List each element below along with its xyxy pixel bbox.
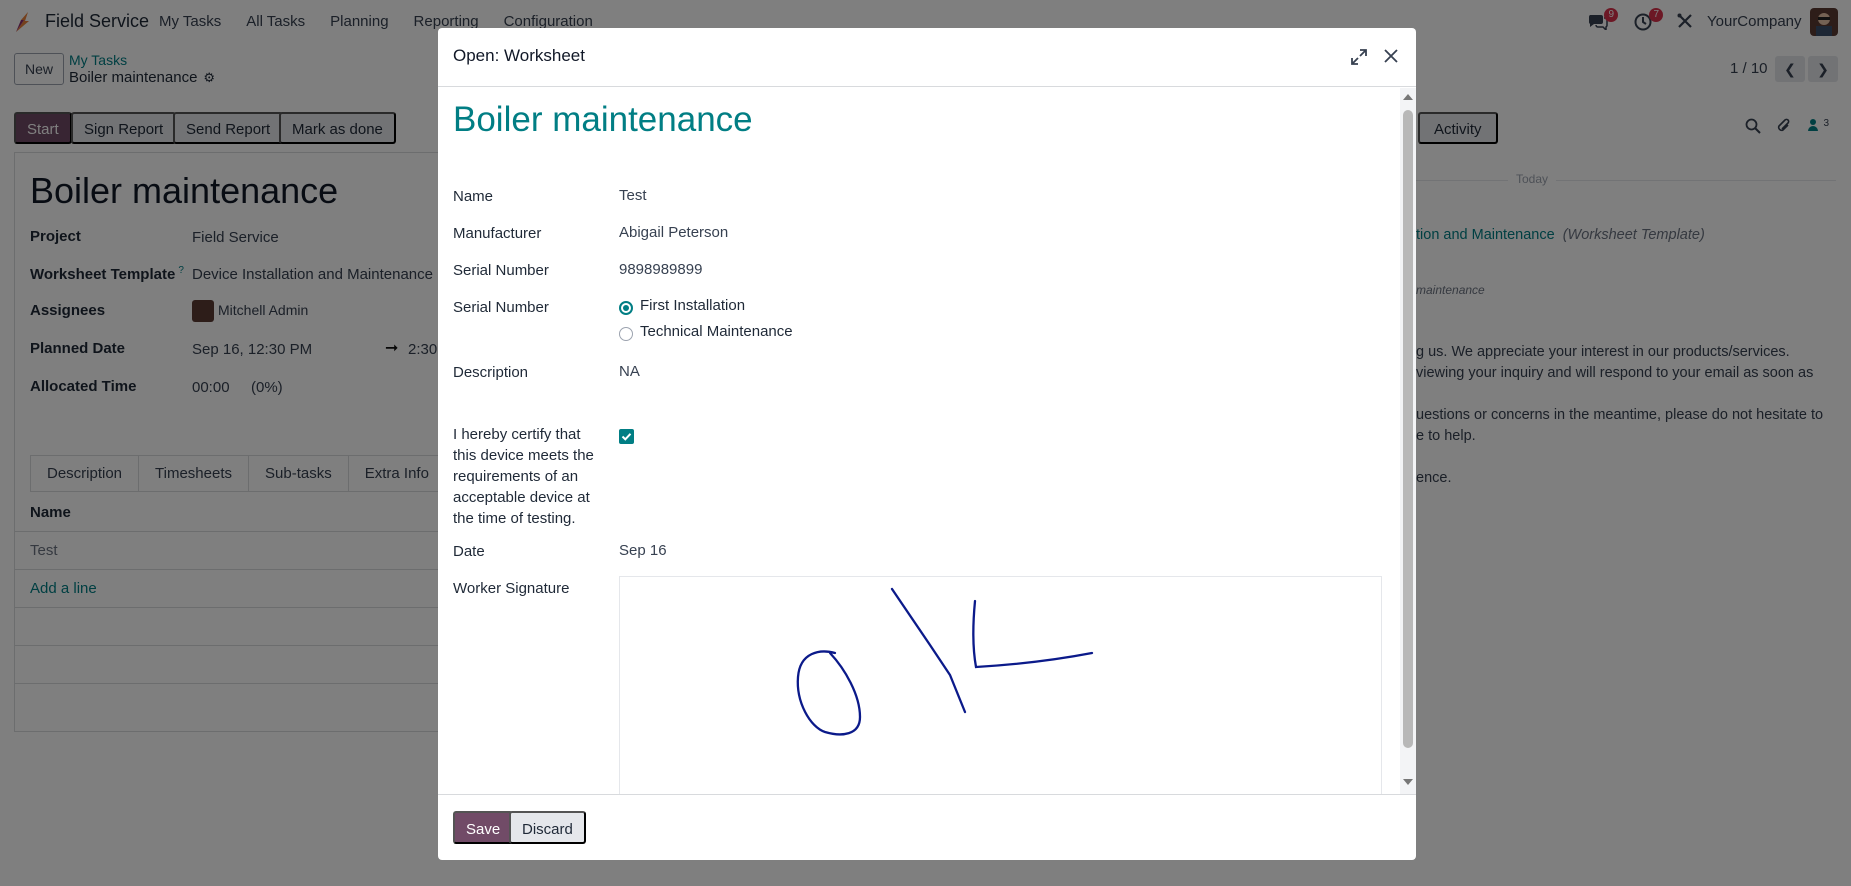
date-label: Date: [453, 543, 485, 560]
serial-number-type-label: Serial Number: [453, 299, 549, 316]
description-field[interactable]: NA: [619, 363, 640, 380]
radio-first-installation[interactable]: [619, 301, 633, 315]
close-icon[interactable]: [1381, 46, 1401, 66]
radio-first-installation-label[interactable]: First Installation: [640, 297, 745, 314]
dialog-title: Open: Worksheet: [453, 46, 585, 65]
scroll-down-icon[interactable]: [1402, 778, 1414, 786]
manufacturer-label: Manufacturer: [453, 225, 542, 242]
certify-checkbox[interactable]: [619, 429, 634, 444]
worksheet-dialog: Open: Worksheet Boiler maintenance Name …: [438, 28, 1416, 860]
radio-technical-maintenance-label[interactable]: Technical Maintenance: [640, 323, 793, 340]
dialog-body: Boiler maintenance Name Test Manufacture…: [438, 88, 1416, 794]
description-label: Description: [453, 364, 529, 381]
scroll-up-icon[interactable]: [1402, 93, 1414, 101]
name-field[interactable]: Test: [619, 187, 647, 204]
worksheet-heading[interactable]: Boiler maintenance: [453, 100, 753, 140]
check-icon: [621, 433, 632, 441]
worker-signature-label: Worker Signature: [453, 580, 570, 597]
dialog-footer: Save Discard: [438, 794, 1416, 860]
certify-label: I hereby certify that this device meets …: [453, 426, 594, 527]
radio-technical-maintenance[interactable]: [619, 327, 633, 341]
dialog-header: Open: Worksheet: [438, 28, 1416, 87]
serial-number-field[interactable]: 9898989899: [619, 261, 702, 278]
manufacturer-field[interactable]: Abigail Peterson: [619, 224, 728, 241]
serial-number-label: Serial Number: [453, 262, 549, 279]
scrollbar-thumb[interactable]: [1403, 110, 1413, 748]
signature-drawing: [796, 587, 1094, 736]
discard-button[interactable]: Discard: [509, 811, 586, 844]
date-field[interactable]: Sep 16: [619, 542, 667, 559]
signature-pad[interactable]: [619, 576, 1382, 794]
expand-icon[interactable]: [1350, 48, 1368, 66]
save-button[interactable]: Save: [453, 811, 514, 844]
name-label: Name: [453, 188, 494, 205]
